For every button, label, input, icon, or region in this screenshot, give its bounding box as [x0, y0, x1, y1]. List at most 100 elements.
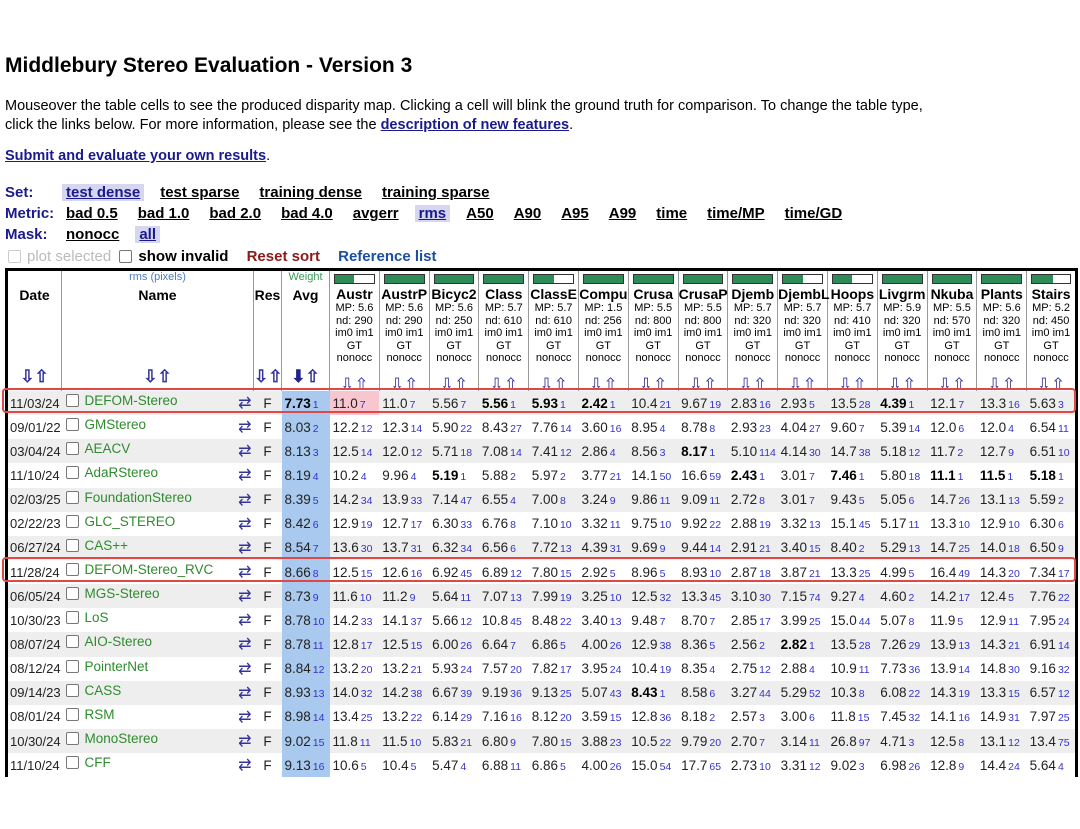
sort-arrows-icon[interactable]: ⇩⇧ — [579, 376, 628, 392]
sort-arrows-icon[interactable]: ⇩⇧ — [380, 376, 429, 392]
score-cell[interactable]: 8.78 8 — [678, 415, 728, 439]
dataset-gt-link[interactable]: GT — [728, 340, 777, 353]
swap-arrows-icon[interactable]: ⇄ — [238, 610, 251, 630]
dataset-gt-link[interactable]: GT — [878, 340, 927, 353]
score-cell[interactable]: 7.45 32 — [877, 705, 927, 729]
score-cell[interactable]: 11.0 7 — [329, 391, 380, 416]
score-cell[interactable]: 8.43 1 — [628, 680, 679, 705]
score-cell[interactable]: 5.64 11 — [429, 584, 479, 609]
metric-option-bad-2-0[interactable]: bad 2.0 — [205, 205, 265, 222]
score-cell[interactable]: 8.98 14 — [281, 704, 330, 729]
sort-arrows-icon[interactable]: ⇩⇧ — [8, 367, 61, 387]
dataset-name[interactable]: Djemb — [728, 286, 777, 302]
dataset-gt-link[interactable]: GT — [778, 340, 827, 353]
dataset-name[interactable]: Hoops — [828, 286, 877, 302]
set-option-training-sparse[interactable]: training sparse — [378, 184, 494, 201]
score-cell[interactable]: 16.4 49 — [927, 560, 977, 584]
score-cell[interactable]: 6.91 14 — [1026, 632, 1077, 657]
select-checkbox[interactable] — [65, 563, 79, 577]
dataset-gt-link[interactable]: GT — [828, 340, 877, 353]
score-cell[interactable]: 12.5 14 — [329, 439, 380, 464]
dataset-images-link[interactable]: im0 im1 — [629, 327, 678, 340]
score-cell[interactable]: 12.5 8 — [927, 728, 977, 754]
dataset-mask-link[interactable]: nonocc — [579, 352, 628, 365]
score-cell[interactable]: 13.9 14 — [927, 657, 977, 681]
score-cell[interactable]: 8.84 12 — [281, 656, 330, 681]
score-cell[interactable]: 3.32 11 — [578, 512, 628, 536]
reset-sort-link[interactable]: Reset sort — [247, 248, 320, 265]
sort-arrows-icon[interactable]: ⇩⇧ — [878, 376, 927, 392]
score-cell[interactable]: 3.95 24 — [578, 657, 628, 681]
score-cell[interactable]: 7.46 1 — [827, 463, 877, 487]
score-cell[interactable]: 2.87 18 — [728, 560, 778, 584]
score-cell[interactable]: 7.10 10 — [529, 512, 579, 536]
score-cell[interactable]: 6.54 11 — [1027, 415, 1077, 439]
score-cell[interactable]: 8.43 27 — [479, 415, 529, 439]
metric-option-bad-4-0[interactable]: bad 4.0 — [277, 205, 337, 222]
score-cell[interactable]: 6.00 26 — [429, 632, 479, 657]
score-cell[interactable]: 9.13 25 — [528, 680, 579, 705]
swap-arrows-icon[interactable]: ⇄ — [238, 465, 251, 485]
score-cell[interactable]: 12.9 10 — [977, 512, 1027, 536]
score-cell[interactable]: 17.7 65 — [678, 753, 728, 777]
score-cell[interactable]: 14.1 37 — [379, 608, 429, 632]
method-link[interactable]: CAS++ — [85, 538, 129, 553]
score-cell[interactable]: 14.7 26 — [927, 487, 977, 512]
score-cell[interactable]: 3.87 21 — [778, 560, 828, 584]
score-cell[interactable]: 6.32 34 — [429, 535, 479, 560]
score-cell[interactable]: 8.13 3 — [281, 439, 330, 464]
score-cell[interactable]: 15.0 54 — [628, 753, 678, 777]
score-cell[interactable]: 14.1 50 — [628, 463, 678, 487]
score-cell[interactable]: 11.2 9 — [379, 584, 430, 609]
score-cell[interactable]: 7.15 74 — [777, 584, 828, 609]
score-cell[interactable]: 14.7 38 — [827, 439, 878, 464]
metric-option-a95[interactable]: A95 — [557, 205, 593, 222]
score-cell[interactable]: 5.93 24 — [429, 657, 479, 681]
score-cell[interactable]: 7.08 14 — [478, 439, 529, 464]
dataset-mask-link[interactable]: nonocc — [878, 352, 927, 365]
metric-option-bad-1-0[interactable]: bad 1.0 — [134, 205, 194, 222]
method-link[interactable]: GMStereo — [85, 417, 147, 432]
swap-arrows-icon[interactable]: ⇄ — [238, 659, 251, 679]
score-cell[interactable]: 13.3 45 — [678, 584, 728, 609]
dataset-mask-link[interactable]: nonocc — [1027, 352, 1075, 365]
dataset-images-link[interactable]: im0 im1 — [778, 327, 827, 340]
score-cell[interactable]: 2.42 1 — [578, 391, 629, 416]
score-cell[interactable]: 9.27 4 — [827, 584, 878, 609]
metric-option-a90[interactable]: A90 — [510, 205, 546, 222]
score-cell[interactable]: 2.56 2 — [727, 632, 778, 657]
score-cell[interactable]: 14.3 19 — [927, 680, 977, 705]
metric-option-avgerr[interactable]: avgerr — [349, 205, 403, 222]
dataset-name[interactable]: Nkuba — [928, 286, 977, 302]
score-cell[interactable]: 6.86 5 — [529, 753, 579, 777]
sort-arrows-icon[interactable]: ⇩⇧ — [62, 367, 253, 387]
metric-option-bad-0-5[interactable]: bad 0.5 — [62, 205, 122, 222]
score-cell[interactable]: 6.55 4 — [478, 487, 529, 512]
score-cell[interactable]: 3.00 6 — [778, 705, 828, 729]
dataset-gt-link[interactable]: GT — [529, 340, 578, 353]
score-cell[interactable]: 7.57 20 — [479, 657, 529, 681]
score-cell[interactable]: 14.1 16 — [927, 705, 977, 729]
score-cell[interactable]: 13.7 31 — [379, 535, 430, 560]
dataset-images-link[interactable]: im0 im1 — [977, 327, 1026, 340]
score-cell[interactable]: 11.7 2 — [927, 439, 977, 464]
score-cell[interactable]: 2.43 1 — [728, 463, 778, 487]
score-cell[interactable]: 7.76 22 — [1026, 584, 1077, 609]
sort-arrows-icon[interactable]: ⇩⇧ — [479, 376, 528, 392]
dataset-images-link[interactable]: im0 im1 — [430, 327, 479, 340]
dataset-name[interactable]: DjembL — [778, 286, 829, 302]
score-cell[interactable]: 4.00 26 — [578, 753, 628, 777]
score-cell[interactable]: 9.92 22 — [678, 512, 728, 536]
score-cell[interactable]: 2.82 1 — [777, 632, 828, 657]
score-cell[interactable]: 5.10 114 — [727, 439, 778, 464]
score-cell[interactable]: 6.89 12 — [479, 560, 529, 584]
score-cell[interactable]: 3.25 10 — [578, 584, 629, 609]
swap-arrows-icon[interactable]: ⇄ — [238, 490, 251, 510]
score-cell[interactable]: 8.36 5 — [678, 632, 728, 657]
score-cell[interactable]: 5.83 21 — [429, 728, 479, 754]
score-cell[interactable]: 6.56 6 — [478, 535, 529, 560]
score-cell[interactable]: 6.92 45 — [429, 560, 479, 584]
score-cell[interactable]: 12.3 14 — [379, 415, 429, 439]
select-checkbox[interactable] — [65, 732, 79, 746]
score-cell[interactable]: 2.70 7 — [727, 728, 778, 754]
